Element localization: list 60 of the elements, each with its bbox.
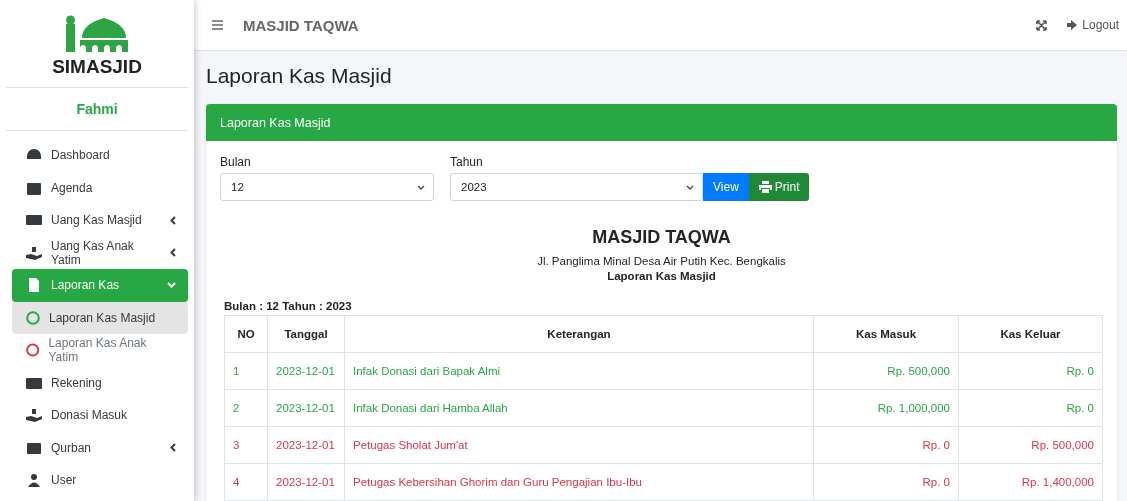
menu-icon[interactable] (212, 20, 223, 30)
sidebar-subitem[interactable]: Laporan Kas Masjid (12, 301, 188, 334)
sidebar-subitem[interactable]: Laporan Kas Anak Yatim (12, 334, 188, 367)
table-cell: 4 (224, 463, 268, 501)
sidebar-item[interactable]: Dashboard (12, 139, 188, 172)
table-cell: 2 (224, 389, 268, 427)
chevron-down-icon (686, 184, 694, 190)
table-cell: Petugas Sholat Jum'at (344, 426, 814, 464)
table-cell: 2023-12-01 (267, 352, 345, 390)
table-cell: Rp. 0 (958, 352, 1103, 390)
printer-icon (758, 181, 772, 193)
report-address: Jl. Panglima Minal Desa Air Putih Kec. Bengkalis (537, 255, 786, 267)
select-field[interactable]: 12 (220, 173, 434, 201)
field-label: Bulan (220, 155, 252, 169)
table-cell: Rp. 500,000 (813, 352, 959, 390)
table-cell: Petugas Kebersihan Ghorim dan Guru Pengajian Ibu-Ibu (344, 463, 814, 501)
table-cell: Rp. 0 (958, 389, 1103, 427)
table-cell: Infak Donasi dari Hamba Allah (344, 389, 814, 427)
sidebar-item[interactable]: User (12, 464, 188, 497)
document-icon (26, 278, 42, 293)
table-cell: Rp. 1,000,000 (813, 389, 959, 427)
brand-name: SIMASJID (52, 56, 142, 78)
column-header: Kas Keluar (958, 315, 1103, 353)
table-cell: Rp. 0 (813, 463, 959, 501)
sidebar-item[interactable]: Agenda (12, 171, 188, 204)
hand-donation-icon (26, 245, 42, 260)
column-header: NO (224, 315, 268, 353)
sidebar-item[interactable]: Uang Kas Masjid (12, 204, 188, 237)
table-cell: Rp. 1,400,000 (958, 463, 1103, 501)
table-cell: 2023-12-01 (267, 389, 345, 427)
table-cell: 1 (224, 352, 268, 390)
report-title: MASJID TAQWA (592, 227, 731, 248)
fullscreen-icon[interactable] (1036, 19, 1048, 31)
select-field[interactable]: 2023 (450, 173, 703, 201)
sidebar-item[interactable]: Uang Kas Anak Yatim (12, 236, 188, 269)
table-cell: Infak Donasi dari Bapak Almi (344, 352, 814, 390)
chevron-down-icon (417, 184, 425, 190)
mosque-logo-icon (66, 14, 128, 52)
column-header: Keterangan (344, 315, 814, 353)
print-button[interactable]: Print (748, 173, 810, 201)
column-header: Tanggal (267, 315, 345, 353)
hand-donation-icon (26, 408, 42, 423)
column-header: Kas Masuk (813, 315, 959, 353)
table-cell: 2023-12-01 (267, 463, 345, 501)
view-button[interactable]: View (703, 173, 749, 201)
field-label: Tahun (450, 155, 484, 169)
logout-button[interactable]: Logout (1067, 18, 1119, 32)
card-header: Laporan Kas Masjid (206, 104, 1117, 141)
report-period: Bulan : 12 Tahun : 2023 (224, 300, 353, 312)
table-cell: 3 (224, 426, 268, 464)
sidebar-item[interactable]: Qurban (12, 431, 188, 464)
table-cell: Rp. 500,000 (958, 426, 1103, 464)
sidebar-item[interactable]: Rekening (12, 366, 188, 399)
table-cell: Rp. 0 (813, 426, 959, 464)
page-title: Laporan Kas Masjid (206, 64, 393, 88)
app-title: MASJID TAQWA (243, 16, 359, 34)
logout-icon (1067, 20, 1079, 30)
report-subtitle: Laporan Kas Masjid (607, 270, 716, 282)
sidebar-item[interactable]: Donasi Masuk (12, 399, 188, 432)
table-cell: 2023-12-01 (267, 426, 345, 464)
